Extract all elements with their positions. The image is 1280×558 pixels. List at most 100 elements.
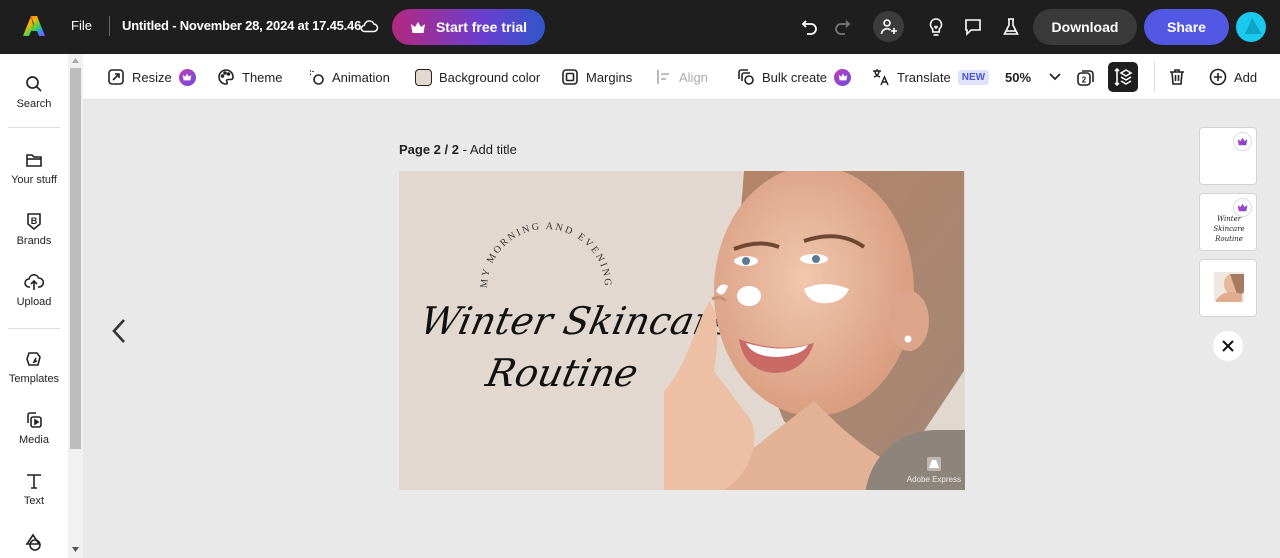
search-icon — [26, 76, 42, 92]
folder-icon — [26, 154, 42, 167]
pages-icon: 2 — [1077, 70, 1094, 86]
sidebar-item-your-stuff[interactable]: Your stuff — [0, 150, 68, 186]
resize-icon — [108, 69, 124, 85]
scrollbar-thumb[interactable] — [70, 68, 81, 449]
design-title-line-2[interactable]: Routine — [482, 351, 642, 395]
background-color-button[interactable]: Background color — [415, 68, 540, 86]
previous-page-arrow-icon[interactable] — [108, 316, 130, 346]
sidebar-item-text[interactable]: Text — [0, 471, 68, 507]
upload-icon — [24, 274, 44, 290]
margins-icon — [562, 69, 578, 85]
design-canvas[interactable]: MY MORNING AND EVENING Winter Skincare R… — [399, 171, 965, 490]
svg-text:B: B — [31, 216, 38, 226]
cloud-sync-icon[interactable] — [358, 15, 380, 37]
sidebar-divider — [8, 328, 60, 329]
sidebar-item-search[interactable]: Search — [0, 74, 68, 110]
start-free-trial-button[interactable]: Start free trial — [392, 9, 545, 45]
trash-icon — [1170, 69, 1184, 85]
bulk-create-icon — [738, 69, 754, 85]
download-button[interactable]: Download — [1033, 9, 1137, 45]
lightbulb-icon[interactable] — [923, 14, 949, 40]
sidebar-scrollbar[interactable] — [68, 54, 83, 558]
premium-crown-icon — [178, 68, 196, 86]
delete-button[interactable] — [1168, 68, 1186, 86]
adobe-express-watermark-icon — [926, 457, 941, 471]
resize-button[interactable]: Resize — [107, 68, 196, 86]
elements-icon — [25, 533, 41, 551]
redo-icon[interactable] — [829, 14, 855, 40]
sidebar-item-upload[interactable]: Upload — [0, 272, 68, 308]
sidebar-label: Brands — [16, 235, 52, 247]
zoom-level: 50% — [1005, 69, 1032, 85]
add-title-link[interactable]: Add title — [470, 142, 517, 157]
bulk-create-button[interactable]: Bulk create — [737, 68, 852, 86]
animation-button[interactable]: Animation — [307, 68, 390, 86]
close-pages-panel-button[interactable] — [1213, 331, 1243, 361]
pages-button[interactable]: 2 — [1076, 68, 1096, 86]
animation-label: Animation — [332, 69, 390, 85]
share-button[interactable]: Share — [1144, 9, 1229, 45]
background-color-label: Background color — [439, 69, 541, 85]
undo-icon[interactable] — [797, 14, 823, 40]
user-avatar[interactable] — [1236, 12, 1266, 42]
margins-label: Margins — [586, 69, 633, 85]
resize-label: Resize — [132, 69, 172, 85]
sidebar-label: Upload — [16, 296, 52, 308]
page-thumbnail-3[interactable] — [1199, 259, 1257, 317]
background-color-swatch — [415, 68, 432, 86]
layers-toggle-button[interactable] — [1108, 62, 1138, 92]
align-icon — [657, 70, 669, 84]
sidebar-item-media[interactable]: Media — [0, 410, 68, 446]
invite-collaborator-button[interactable] — [873, 11, 904, 42]
watermark-text: Adobe Express — [906, 475, 961, 484]
page-title-bar[interactable]: Page 2 / 2 - Add title — [399, 142, 517, 157]
thumbnail-caption: Winter Skincare Routine — [1213, 215, 1245, 243]
layers-reorder-icon — [1114, 67, 1133, 87]
scroll-up-arrow-icon[interactable] — [72, 58, 79, 63]
zoom-dropdown[interactable]: 50% — [1005, 68, 1061, 86]
align-label: Align — [679, 69, 708, 85]
bulk-create-label: Bulk create — [762, 69, 828, 85]
page-number: Page 2 / 2 — [399, 142, 459, 157]
sidebar-item-elements[interactable] — [0, 532, 68, 556]
templates-icon — [26, 352, 41, 366]
margins-button[interactable]: Margins — [561, 68, 632, 86]
sidebar-label: Media — [19, 434, 49, 446]
add-page-button[interactable]: Add — [1209, 68, 1257, 86]
crown-icon — [410, 21, 425, 33]
premium-crown-icon — [1233, 132, 1252, 151]
sidebar-item-templates[interactable]: Templates — [0, 349, 68, 385]
align-button[interactable]: Align — [656, 68, 708, 86]
document-title[interactable]: Untitled - November 28, 2024 at 17.45.46 — [122, 18, 361, 33]
comment-icon[interactable] — [960, 14, 986, 40]
sidebar-divider — [8, 127, 60, 128]
left-sidebar: Search Your stuff B Brands Upload Templa… — [0, 54, 68, 558]
trial-label: Start free trial — [435, 19, 528, 35]
file-menu[interactable]: File — [71, 18, 92, 33]
editor-toolbar: Resize Theme Animation Background color … — [83, 54, 1280, 100]
sidebar-label: Templates — [8, 373, 60, 385]
page-thumbnail-1[interactable] — [1199, 127, 1257, 185]
top-bar: File Untitled - November 28, 2024 at 17.… — [0, 0, 1280, 54]
media-icon — [27, 412, 42, 428]
animation-icon — [310, 70, 324, 85]
new-badge: NEW — [957, 69, 990, 85]
page-separator: - — [458, 142, 470, 157]
adobe-express-logo[interactable] — [22, 14, 46, 38]
theme-button[interactable]: Theme — [217, 68, 282, 86]
arc-subtitle[interactable]: MY MORNING AND EVENING — [459, 206, 619, 296]
sidebar-label: Text — [23, 495, 45, 507]
add-user-icon — [880, 18, 897, 34]
scroll-down-arrow-icon[interactable] — [72, 547, 79, 552]
theme-label: Theme — [242, 69, 283, 85]
sidebar-item-brands[interactable]: B Brands — [0, 211, 68, 247]
page-thumbnail-2[interactable]: Winter Skincare Routine — [1199, 193, 1257, 251]
chevron-down-icon — [1049, 73, 1061, 81]
beaker-icon[interactable] — [998, 14, 1024, 40]
sidebar-label: Search — [16, 98, 52, 110]
svg-text:MY MORNING AND EVENING: MY MORNING AND EVENING — [479, 221, 613, 289]
translate-button[interactable]: Translate NEW — [872, 68, 990, 86]
translate-icon — [873, 69, 889, 86]
divider — [109, 16, 110, 36]
toolbar-divider — [1154, 62, 1155, 92]
